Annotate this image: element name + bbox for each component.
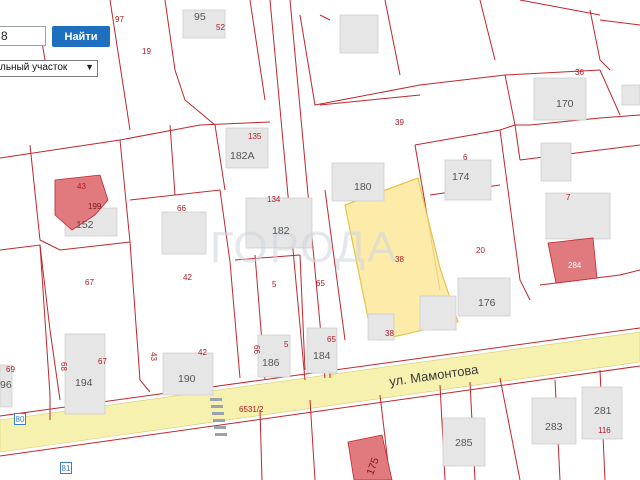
parcel-label: 42 — [183, 273, 192, 282]
parcel-label: 39 — [395, 118, 404, 127]
parcel-label: 97 — [115, 15, 124, 24]
building-label: 285 — [455, 437, 473, 449]
parcel-label: 19 — [142, 47, 151, 56]
building-label: 95 — [194, 11, 206, 23]
parcel-label: 43 — [77, 182, 86, 191]
parcel-label: 67 — [98, 357, 107, 366]
parcel-label: 38 — [385, 329, 394, 338]
layer-select-value: льный участок — [0, 62, 68, 73]
parcel-label: 36 — [575, 68, 584, 77]
lane-edge — [269, 0, 306, 381]
chevron-down-icon: ▼ — [85, 62, 94, 72]
parcel-label: 5 — [272, 280, 277, 289]
parcel-label: 42 — [198, 348, 207, 357]
road-marker-icon: 81 — [60, 462, 72, 474]
building-label: 170 — [556, 98, 574, 110]
parcel-label: 52 — [216, 23, 225, 32]
parcel-label: 135 — [248, 132, 262, 141]
parcel-label: 6531/2 — [239, 405, 264, 414]
layer-select[interactable]: льный участок ▼ — [0, 60, 98, 77]
parcel-label: 68 — [59, 362, 68, 371]
building-label: 190 — [178, 373, 196, 385]
parcel-label: 66 — [177, 204, 186, 213]
parcel-label: 116 — [598, 426, 611, 435]
building-label: 182А — [230, 150, 255, 162]
parcel-label: 5 — [284, 340, 289, 349]
building-label: 176 — [478, 297, 496, 309]
building-label: 281 — [594, 405, 612, 417]
search-input-value: 8 — [1, 29, 8, 43]
parcel-label: 20 — [476, 246, 485, 255]
building-label: 96 — [0, 379, 12, 391]
watermark-text: ГОРОДА — [210, 223, 398, 272]
parcel-label: 65 — [316, 279, 325, 288]
building-label: 174 — [452, 171, 470, 183]
building-label: 182 — [272, 225, 290, 237]
building-label: 194 — [75, 377, 93, 389]
building-label: 152 — [76, 219, 94, 231]
building-label: 184 — [313, 350, 331, 362]
parcel-label: 66 — [252, 345, 261, 354]
parcel-label: 67 — [85, 278, 94, 287]
building-label: 186 — [262, 357, 280, 369]
parcel-label: 284 — [568, 261, 582, 270]
building-label: 283 — [545, 421, 563, 433]
parcel-label: 38 — [395, 255, 404, 264]
parcel-label: 134 — [267, 195, 281, 204]
find-button[interactable]: Найти — [52, 26, 110, 47]
parcel-label: 7 — [566, 193, 571, 202]
road-marker-icon: 80 — [14, 413, 26, 425]
building-label: 199 — [88, 202, 102, 211]
building-label: 180 — [354, 181, 372, 193]
search-input[interactable]: 8 — [0, 26, 46, 46]
parcel-label: 69 — [6, 365, 15, 374]
parcel-label: 43 — [149, 352, 158, 361]
parcel-label: 6 — [463, 153, 468, 162]
lane-edge — [289, 0, 326, 379]
parcel-label: 65 — [327, 335, 336, 344]
